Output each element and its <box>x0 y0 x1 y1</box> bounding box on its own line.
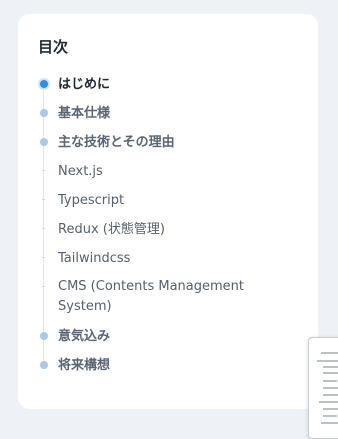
toc-item-label: Next.js <box>58 164 103 179</box>
toc-item-ikigomi[interactable]: 意気込み <box>18 322 318 351</box>
thumb-text-line <box>323 415 337 417</box>
toc-item-label: Redux (状態管理) <box>58 222 165 237</box>
thumb-text-line <box>319 401 338 403</box>
dash-icon <box>42 286 45 287</box>
toc-item-main-tech[interactable]: 主な技術とその理由 <box>18 128 318 157</box>
toc-item-label: Typescript <box>58 193 125 208</box>
bullet-icon <box>40 109 48 117</box>
thumb-text-line <box>323 372 338 374</box>
toc-subitem-cms[interactable]: CMS (Contents Management System) <box>18 273 318 317</box>
dash-icon <box>42 257 45 258</box>
toc-item-label: 意気込み <box>58 329 111 344</box>
toc-subitem-redux[interactable]: Redux (状態管理) <box>18 215 318 244</box>
thumb-text-line <box>323 366 338 368</box>
dash-icon <box>42 170 45 171</box>
toc-item-label: 基本仕様 <box>58 106 111 121</box>
dash-icon <box>42 228 45 229</box>
thumb-text-line <box>323 394 338 396</box>
bullet-icon <box>40 332 48 340</box>
toc-subitem-typescript[interactable]: Typescript <box>18 186 318 215</box>
dash-icon <box>42 199 45 200</box>
thumb-text-line <box>323 380 337 382</box>
bullet-icon <box>40 361 48 369</box>
toc-item-label: 主な技術とその理由 <box>58 135 175 150</box>
thumb-text-line <box>317 360 338 362</box>
toc-item-label: CMS (Contents Management System) <box>58 279 244 314</box>
toc-item-kihon-shiyou[interactable]: 基本仕様 <box>18 99 318 128</box>
toc-item-shourai-kousou[interactable]: 将来構想 <box>18 351 318 380</box>
toc-item-label: 将来構想 <box>58 358 111 373</box>
toc-item-label: Tailwindcss <box>58 251 131 266</box>
toc-subitem-nextjs[interactable]: Next.js <box>18 157 318 186</box>
toc-title: 目次 <box>38 38 69 56</box>
page-preview-thumbnail[interactable] <box>308 337 338 439</box>
toc-subitem-tailwindcss[interactable]: Tailwindcss <box>18 244 318 273</box>
thumb-text-line <box>323 408 338 410</box>
table-of-contents: 目次 はじめに 基本仕様 主な技術とその理由 Next.js Typescrip… <box>18 14 318 409</box>
toc-item-label: はじめに <box>58 77 111 92</box>
active-bullet-icon <box>38 78 50 90</box>
toc-item-hajimeni[interactable]: はじめに <box>18 70 318 99</box>
thumb-text-line <box>321 422 338 424</box>
thumb-text-line <box>321 352 338 354</box>
bullet-icon <box>40 138 48 146</box>
thumb-text-line <box>323 387 338 389</box>
